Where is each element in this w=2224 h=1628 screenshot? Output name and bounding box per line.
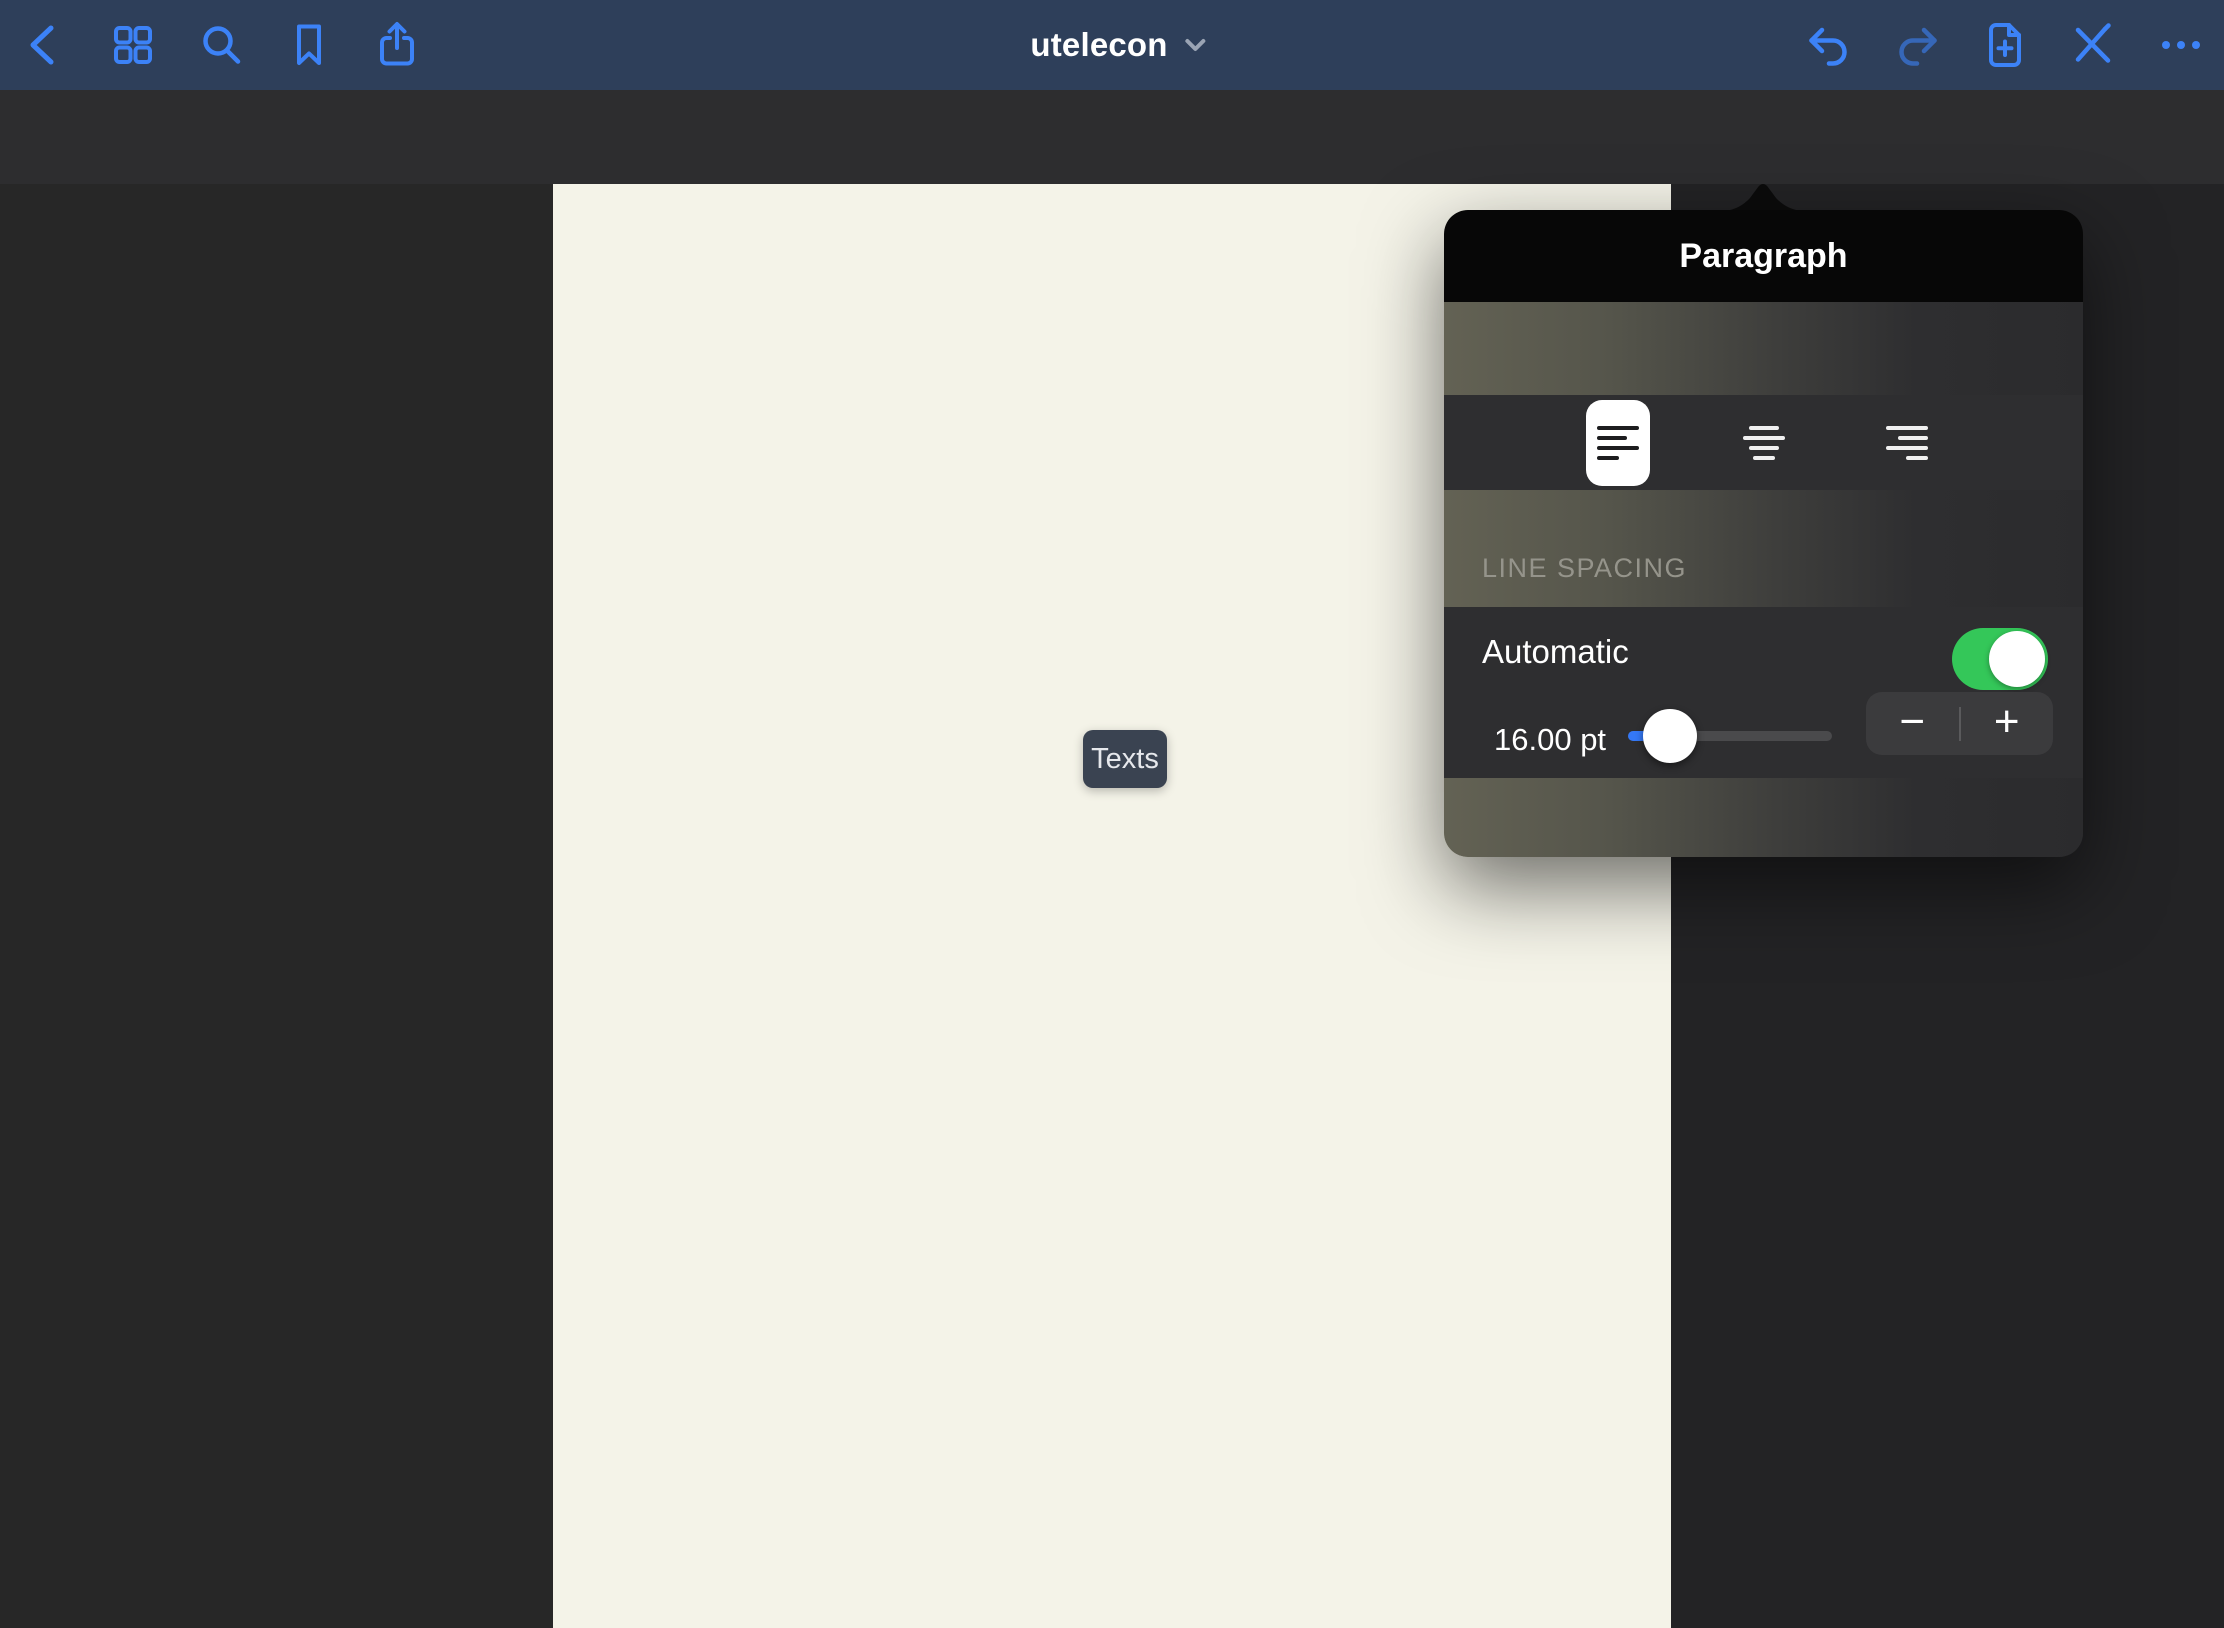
bookmark-icon (281, 17, 337, 73)
spacing-value: 16.00 pt (1494, 722, 1606, 758)
redo-icon (1889, 17, 1945, 73)
popover-title: Paragraph (1679, 237, 1847, 276)
bookmark-button[interactable] (280, 16, 338, 74)
stylus-x-icon (2065, 17, 2121, 73)
alignment-row (1444, 395, 2083, 490)
popover-header: Paragraph (1444, 210, 2083, 302)
nav-left-group (16, 0, 426, 90)
automatic-toggle[interactable] (1952, 628, 2048, 690)
spacing-slider[interactable] (1628, 705, 1832, 767)
undo-icon (1801, 17, 1857, 73)
slider-thumb[interactable] (1643, 709, 1697, 763)
line-spacing-controls: Automatic 16.00 pt − + (1444, 607, 2083, 778)
grid-icon (105, 17, 161, 73)
popover-arrow (1725, 179, 1801, 211)
share-button[interactable] (368, 16, 426, 74)
back-chevron-icon (17, 17, 73, 73)
undo-button[interactable] (1800, 16, 1858, 74)
increase-spacing-button[interactable]: + (1961, 692, 2054, 755)
nav-right-group (1800, 0, 2210, 90)
app-screen: utelecon a (0, 0, 2224, 1628)
redo-button[interactable] (1888, 16, 1946, 74)
align-right-icon (1886, 426, 1928, 460)
nav-bar: utelecon (0, 0, 2224, 90)
popover-spacer-bottom (1444, 778, 2083, 857)
align-center-option[interactable] (1732, 400, 1796, 486)
pages-overview-button[interactable] (104, 16, 162, 74)
chevron-down-icon (1182, 32, 1210, 58)
toggle-knob (1989, 631, 2045, 687)
texts-object[interactable]: Texts (1083, 730, 1167, 788)
line-spacing-label: LINE SPACING (1482, 553, 1687, 584)
align-center-icon (1743, 426, 1785, 460)
search-icon (193, 17, 249, 73)
popover-spacer-top (1444, 302, 2083, 395)
add-page-icon (1977, 17, 2033, 73)
canvas-background-left (0, 184, 553, 1628)
document-title-button[interactable]: utelecon (1024, 0, 1215, 90)
spacing-stepper: − + (1866, 692, 2053, 755)
paragraph-popover: Paragraph (1444, 210, 2083, 857)
texts-object-label: Texts (1091, 743, 1159, 776)
ellipsis-icon (2153, 17, 2209, 73)
tool-bar: a T (0, 90, 2224, 184)
align-right-option[interactable] (1875, 400, 1939, 486)
automatic-label: Automatic (1482, 633, 1629, 671)
more-button[interactable] (2152, 16, 2210, 74)
search-button[interactable] (192, 16, 250, 74)
align-left-option[interactable] (1586, 400, 1650, 486)
share-icon (369, 17, 425, 73)
line-spacing-section: LINE SPACING (1444, 490, 2083, 607)
add-page-button[interactable] (1976, 16, 2034, 74)
align-left-icon (1597, 426, 1639, 460)
stylus-toggle-button[interactable] (2064, 16, 2122, 74)
document-title: utelecon (1030, 26, 1167, 64)
decrease-spacing-button[interactable]: − (1866, 692, 1959, 755)
back-button[interactable] (16, 16, 74, 74)
